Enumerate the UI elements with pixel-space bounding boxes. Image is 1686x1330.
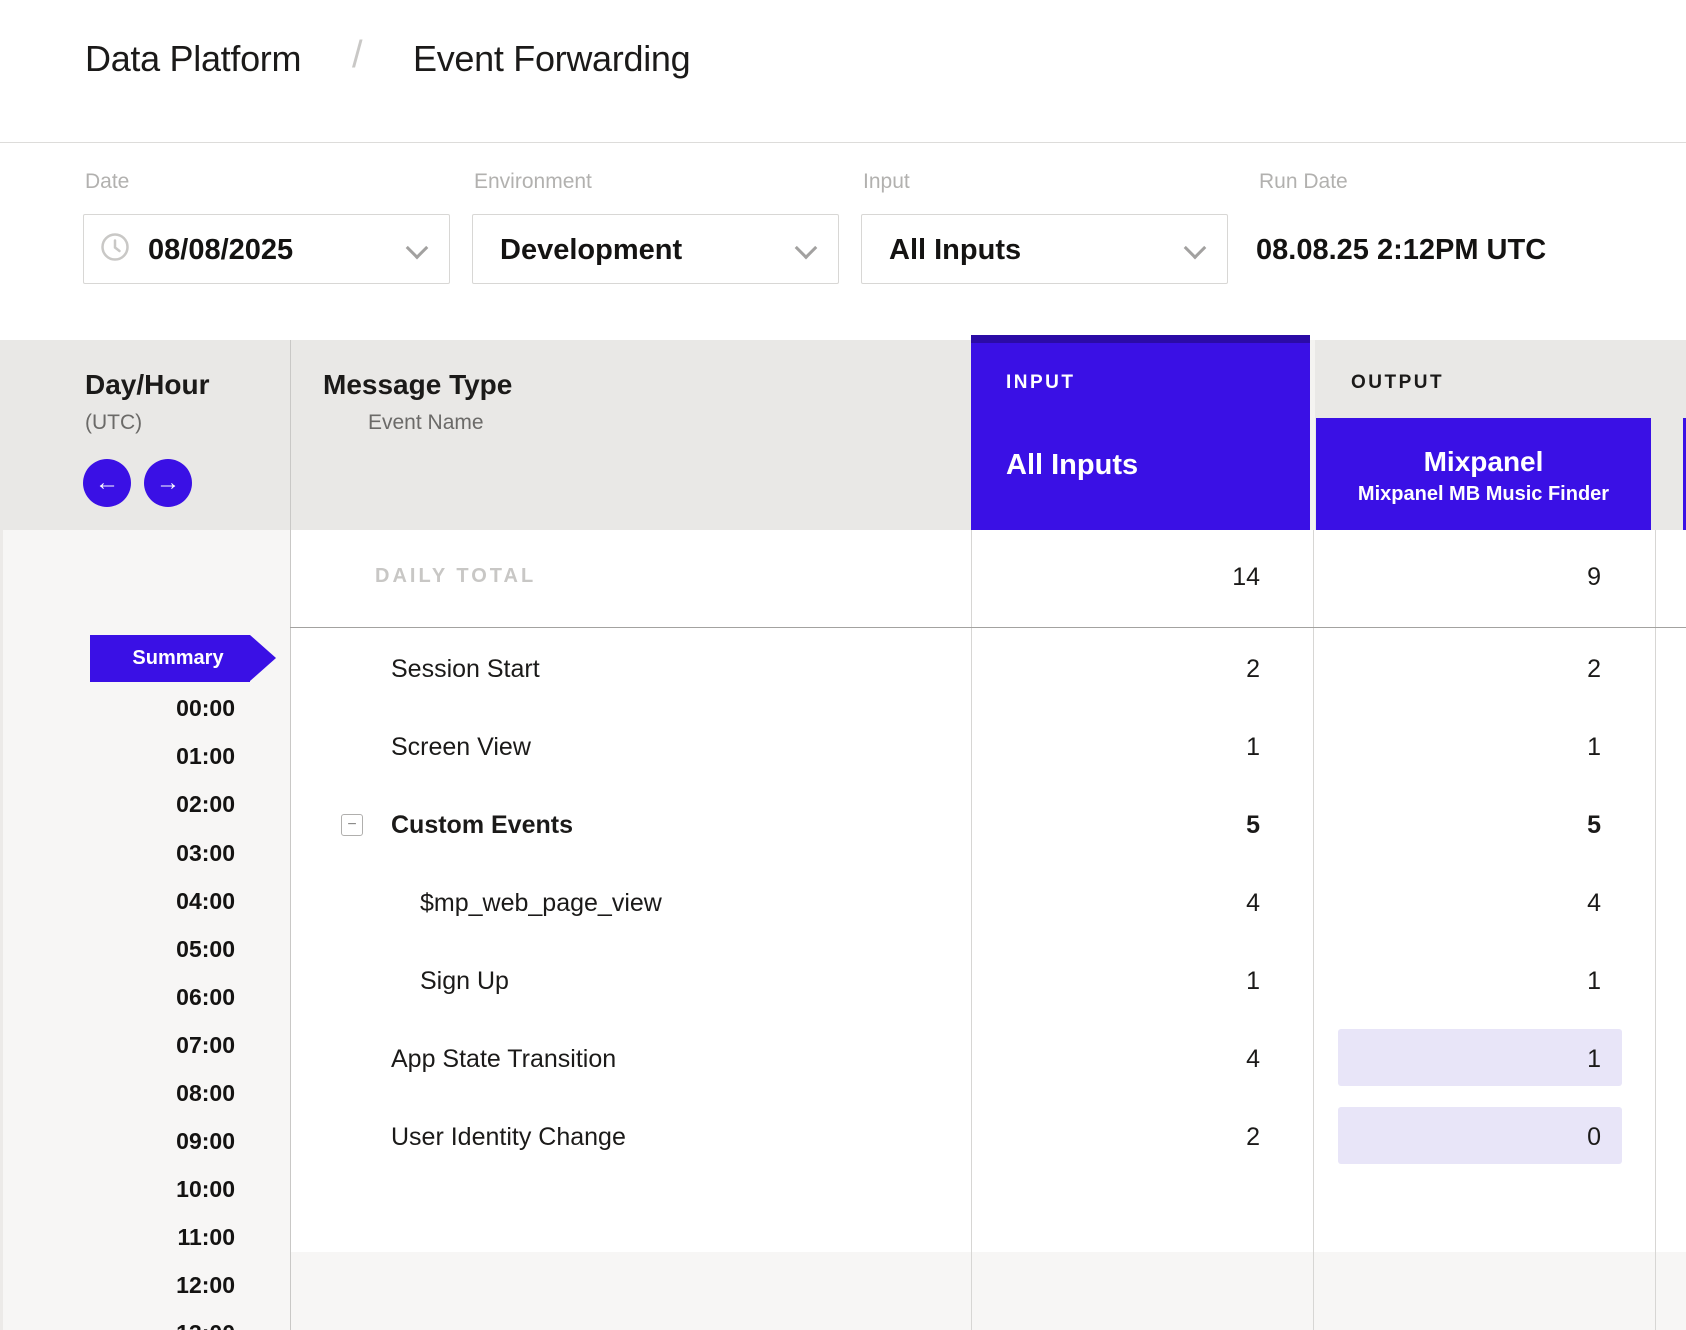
row-label-custom-events: Custom Events	[391, 810, 573, 840]
row-label-mp-web-page-view: $mp_web_page_view	[420, 888, 662, 918]
row-input-value: 5	[1000, 810, 1260, 840]
row-output-value: 1	[1340, 966, 1601, 996]
hour-item-04[interactable]: 04:00	[85, 887, 235, 915]
day-hour-column-subtitle: (UTC)	[85, 410, 142, 436]
input-select-value: All Inputs	[889, 233, 1021, 267]
summary-tab-label: Summary	[132, 647, 223, 670]
run-date-value: 08.08.25 2:12PM UTC	[1256, 233, 1546, 267]
grid-line	[1313, 530, 1314, 1330]
hour-item-10[interactable]: 10:00	[85, 1175, 235, 1203]
row-label-app-state-transition: App State Transition	[391, 1044, 616, 1074]
summary-tab[interactable]: Summary	[90, 635, 250, 682]
breadcrumb-separator: /	[352, 34, 363, 77]
arrow-left-icon: ←	[95, 471, 119, 495]
daily-total-output-value: 9	[1340, 562, 1601, 592]
row-input-value: 4	[1000, 888, 1260, 918]
grid-line	[971, 530, 972, 1330]
hour-item-13[interactable]: 13:00	[85, 1319, 235, 1330]
row-output-value: 1	[1340, 1044, 1601, 1074]
previous-day-button[interactable]: ←	[83, 459, 131, 507]
hour-item-02[interactable]: 02:00	[85, 790, 235, 818]
hour-item-11[interactable]: 11:00	[85, 1223, 235, 1251]
daily-total-input-value: 14	[1000, 562, 1260, 592]
page-title: Event Forwarding	[413, 38, 690, 80]
hour-item-09[interactable]: 09:00	[85, 1127, 235, 1155]
input-column-accent-strip	[971, 335, 1310, 343]
output-column-subtitle: Mixpanel MB Music Finder	[1316, 482, 1651, 507]
message-type-column-title: Message Type	[323, 368, 512, 402]
clock-icon	[100, 232, 130, 262]
hour-item-07[interactable]: 07:00	[85, 1031, 235, 1059]
output-section-header: OUTPUT	[1351, 371, 1444, 395]
row-output-value: 1	[1340, 732, 1601, 762]
row-input-value: 4	[1000, 1044, 1260, 1074]
input-section-header: INPUT	[1006, 371, 1076, 395]
row-label-sign-up: Sign Up	[420, 966, 509, 996]
row-label-user-identity-change: User Identity Change	[391, 1122, 626, 1152]
hour-item-01[interactable]: 01:00	[85, 742, 235, 770]
date-filter-label: Date	[85, 169, 129, 195]
arrow-right-icon: →	[156, 471, 180, 495]
message-type-column-subtitle: Event Name	[368, 410, 484, 436]
hour-item-03[interactable]: 03:00	[85, 839, 235, 867]
row-output-value: 0	[1340, 1122, 1601, 1152]
row-output-value: 5	[1340, 810, 1601, 840]
grid-line	[1655, 530, 1656, 1330]
input-column-header[interactable]	[971, 335, 1310, 530]
summary-tab-pointer	[250, 635, 276, 681]
date-select-value: 08/08/2025	[148, 233, 293, 267]
daily-total-divider	[290, 627, 1686, 628]
output-column-name: Mixpanel	[1316, 445, 1651, 479]
input-column-name: All Inputs	[1006, 447, 1138, 483]
collapse-minus-icon[interactable]: −	[341, 814, 363, 836]
output-column-header[interactable]: Mixpanel Mixpanel MB Music Finder	[1316, 418, 1651, 530]
row-input-value: 1	[1000, 966, 1260, 996]
environment-filter-label: Environment	[474, 169, 592, 195]
event-forwarding-page: Data Platform / Event Forwarding Date En…	[0, 0, 1686, 1330]
column-gap	[1310, 340, 1315, 530]
row-input-value: 2	[1000, 654, 1260, 684]
row-label-screen-view: Screen View	[391, 732, 531, 762]
daily-total-label: DAILY TOTAL	[375, 565, 536, 588]
hour-item-12[interactable]: 12:00	[85, 1271, 235, 1299]
hour-item-06[interactable]: 06:00	[85, 983, 235, 1011]
day-hour-column-title: Day/Hour	[85, 368, 209, 402]
table-footer-area	[290, 1252, 1686, 1330]
grid-line	[290, 340, 291, 1330]
run-date-label: Run Date	[1259, 169, 1348, 195]
breadcrumb-parent[interactable]: Data Platform	[85, 38, 301, 80]
header-divider	[0, 142, 1686, 143]
row-label-session-start: Session Start	[391, 654, 540, 684]
next-day-button[interactable]: →	[144, 459, 192, 507]
row-input-value: 1	[1000, 732, 1260, 762]
hour-item-08[interactable]: 08:00	[85, 1079, 235, 1107]
input-filter-label: Input	[863, 169, 910, 195]
hour-item-00[interactable]: 00:00	[85, 694, 235, 722]
row-input-value: 2	[1000, 1122, 1260, 1152]
environment-select-value: Development	[500, 233, 682, 267]
row-output-value: 4	[1340, 888, 1601, 918]
row-output-value: 2	[1340, 654, 1601, 684]
hour-item-05[interactable]: 05:00	[85, 935, 235, 963]
minus-glyph: −	[347, 817, 356, 833]
